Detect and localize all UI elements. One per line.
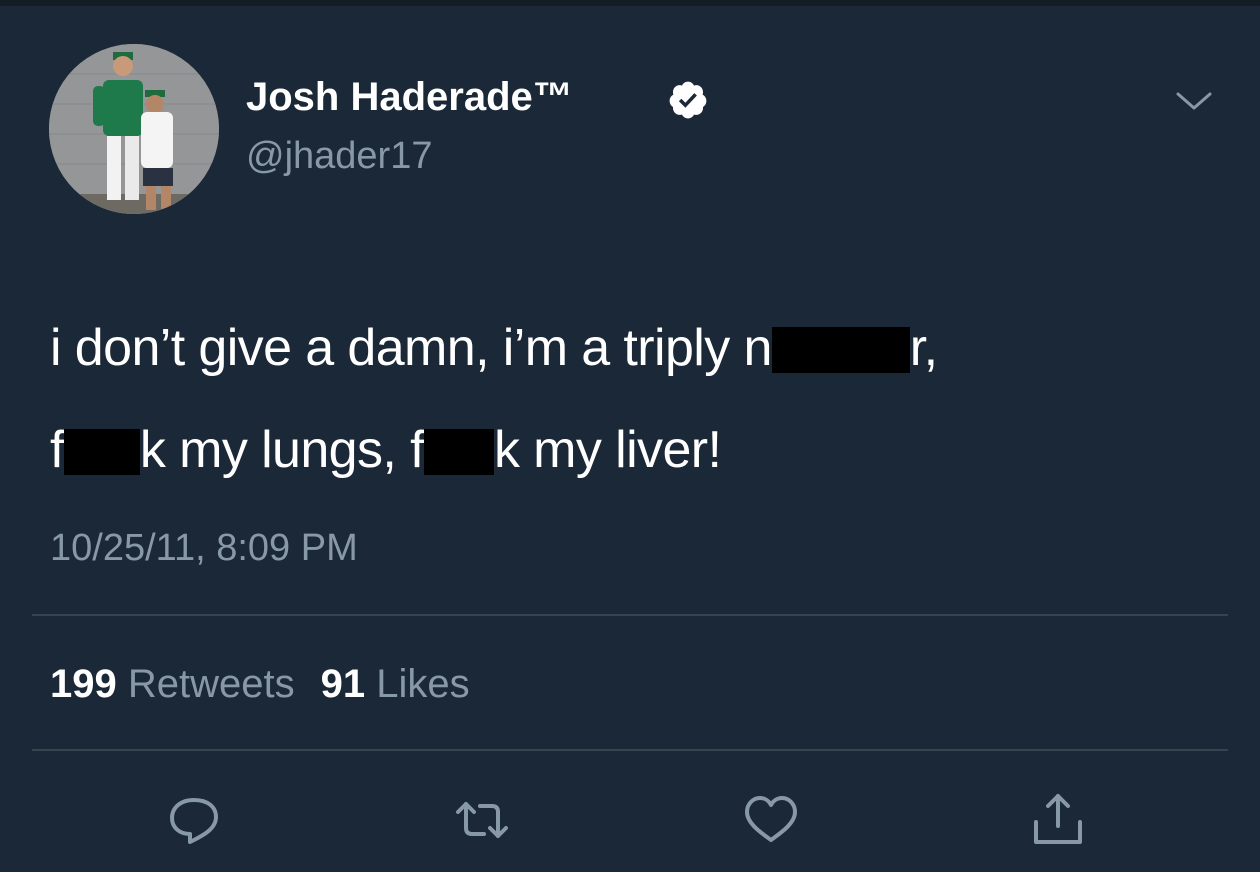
likes-label: Likes <box>376 662 470 706</box>
redaction-box <box>771 327 910 373</box>
retweets-stat[interactable]: 199 Retweets <box>50 660 295 708</box>
retweets-count: 199 <box>50 662 117 706</box>
tweet-stats: 199 Retweets 91 Likes <box>50 660 470 708</box>
likes-count: 91 <box>320 662 366 706</box>
share-icon[interactable] <box>1028 792 1088 848</box>
tweet-text-segment: k my lungs, f <box>139 421 425 479</box>
tweet-text-line-1: i don’t give a damn, i’m a triply n r, <box>50 318 938 378</box>
top-bar <box>0 0 1260 6</box>
tweet-text-segment: f <box>50 421 64 479</box>
tweet-text-segment: i don’t give a damn, i’m a triply n <box>50 319 772 377</box>
tweet-text-line-2: f k my lungs, f k my liver! <box>50 420 722 480</box>
chevron-down-icon[interactable] <box>1174 88 1214 114</box>
reply-icon[interactable] <box>164 792 224 848</box>
redaction-box <box>423 429 494 475</box>
retweet-icon[interactable] <box>452 792 512 848</box>
avatar[interactable] <box>49 44 219 214</box>
likes-stat[interactable]: 91 Likes <box>321 660 470 708</box>
tweet-text-segment: r, <box>909 319 938 377</box>
display-name[interactable]: Josh Haderade™ <box>246 74 573 120</box>
divider <box>32 614 1228 616</box>
tweet-timestamp[interactable]: 10/25/11, 8:09 PM <box>50 526 358 570</box>
redaction-box <box>63 429 140 475</box>
user-handle[interactable]: @jhader17 <box>246 134 432 178</box>
verified-badge-icon <box>669 81 707 119</box>
retweets-label: Retweets <box>127 662 295 706</box>
divider <box>32 749 1228 751</box>
avatar-photo <box>49 44 219 214</box>
tweet-text-segment: k my liver! <box>493 421 722 479</box>
like-icon[interactable] <box>741 792 801 848</box>
